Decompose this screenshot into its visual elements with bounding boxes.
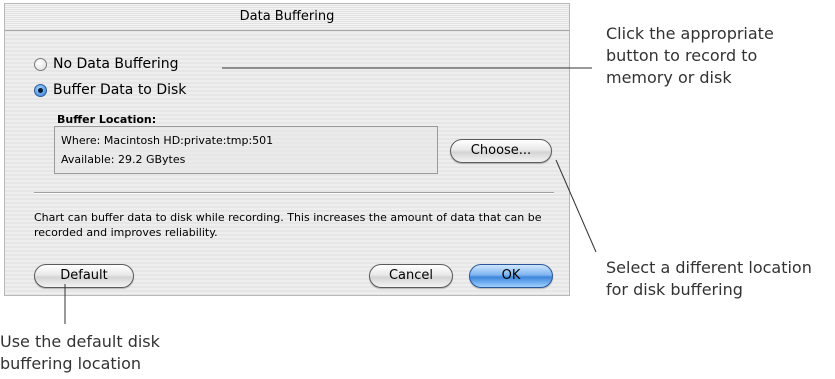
info-text: Chart can buffer data to disk while reco… xyxy=(34,211,542,239)
divider xyxy=(34,192,554,194)
default-callout: Use the default disk buffering location xyxy=(0,331,160,375)
title-bar[interactable]: Data Buffering xyxy=(5,4,569,31)
choose-callout-line-1: Select a different location xyxy=(606,258,812,277)
dialog-title: Data Buffering xyxy=(239,9,335,24)
default-callout-line-1: Use the default disk xyxy=(0,332,160,351)
radio-callout: Click the appropriate button to record t… xyxy=(606,23,774,89)
buffer-to-disk-label: Buffer Data to Disk xyxy=(53,82,187,98)
no-buffering-label: No Data Buffering xyxy=(53,56,179,72)
ok-button[interactable]: OK xyxy=(469,264,553,288)
radio-callout-line-3: memory or disk xyxy=(606,68,732,87)
radio-callout-line-2: button to record to xyxy=(606,46,758,65)
radio-selected-icon[interactable] xyxy=(34,83,47,97)
radio-unselected-icon[interactable] xyxy=(34,57,47,71)
buffer-to-disk-option[interactable]: Buffer Data to Disk xyxy=(34,81,186,99)
no-buffering-option[interactable]: No Data Buffering xyxy=(34,55,179,73)
data-buffering-dialog: Data Buffering No Data Buffering Buffer … xyxy=(4,3,570,296)
buffer-location-box: Where: Macintosh HD:private:tmp:501 Avai… xyxy=(54,126,438,174)
radio-callout-line-1: Click the appropriate xyxy=(606,24,774,43)
location-available: Available: 29.2 GBytes xyxy=(61,153,186,166)
location-where: Where: Macintosh HD:private:tmp:501 xyxy=(61,134,274,147)
buffer-location-label: Buffer Location: xyxy=(57,113,157,126)
choose-callout-line-2: for disk buffering xyxy=(606,280,743,299)
cancel-button[interactable]: Cancel xyxy=(369,264,453,288)
default-button[interactable]: Default xyxy=(34,264,134,288)
default-callout-line-2: buffering location xyxy=(0,354,142,373)
choose-callout: Select a different location for disk buf… xyxy=(606,257,812,301)
choose-button[interactable]: Choose... xyxy=(450,139,552,163)
